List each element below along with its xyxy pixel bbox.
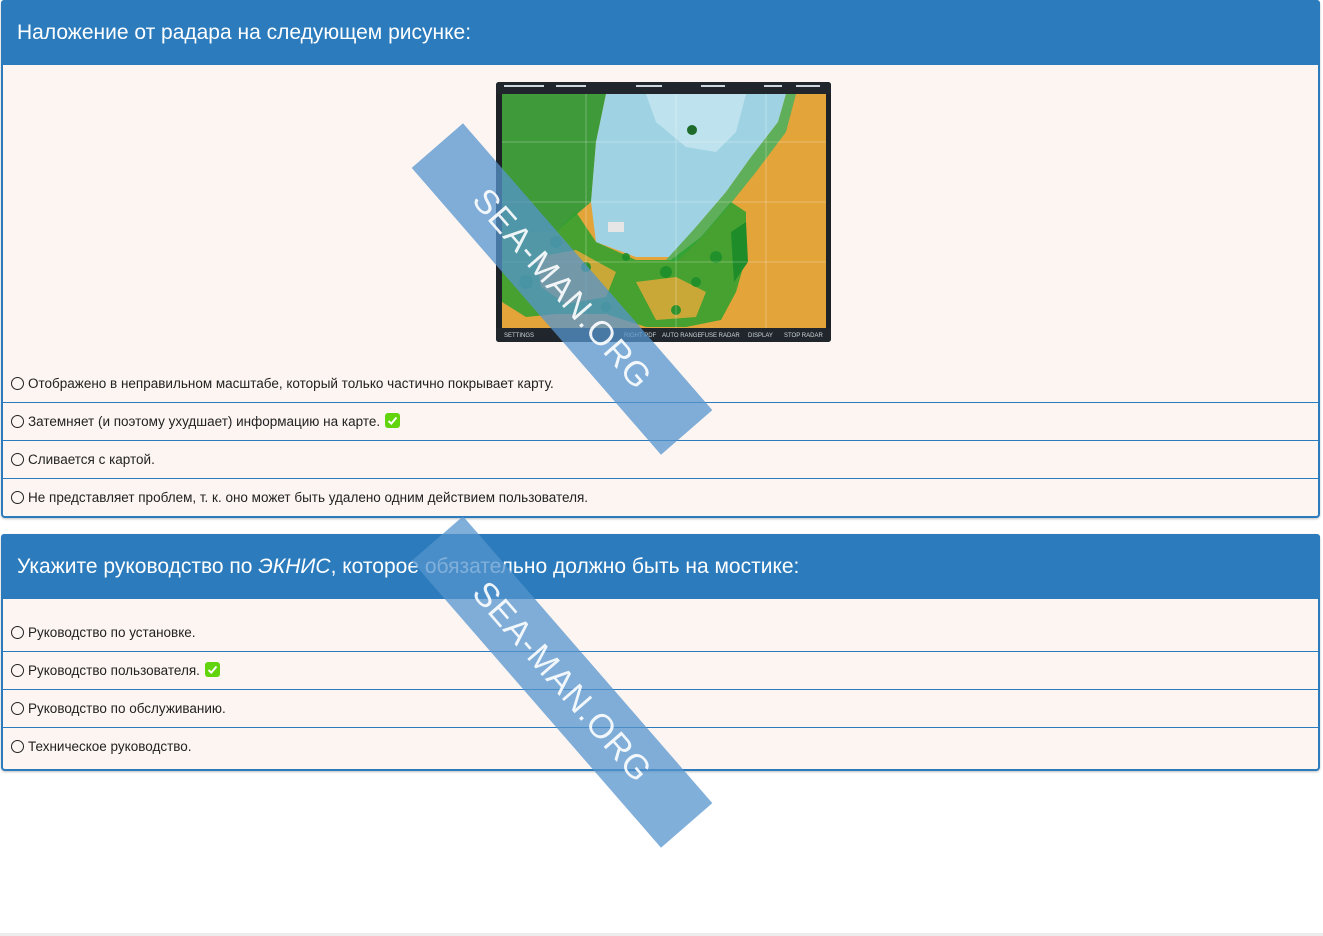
answer-option[interactable]: Отображено в неправильном масштабе, кото… — [3, 365, 1318, 402]
radar-chart-illustration: SETTINGS RIGHT PDF AUTO RANGE FUSE RADAR… — [496, 82, 831, 342]
answer-text: Не представляет проблем, т. к. оно может… — [28, 490, 589, 505]
radio-icon[interactable] — [11, 626, 24, 639]
radio-icon[interactable] — [11, 415, 24, 428]
answer-option-correct[interactable]: Затемняет (и поэтому ухудшает) информаци… — [3, 402, 1318, 440]
answer-option[interactable]: Сливается с картой. — [3, 440, 1318, 478]
question-image-area: SETTINGS RIGHT PDF AUTO RANGE FUSE RADAR… — [3, 65, 1318, 365]
answer-text: Затемняет (и поэтому ухудшает) информаци… — [28, 414, 381, 429]
answer-list: Руководство по установке. Руководство по… — [3, 614, 1318, 765]
radar-menu-right-pdf: RIGHT PDF — [624, 333, 657, 339]
answer-text: Техническое руководство. — [28, 739, 192, 754]
question-card-2: Укажите руководство по ЭКНИС, которое об… — [1, 534, 1320, 771]
question-title: Наложение от радара на следующем рисунке… — [1, 0, 1320, 65]
question-card-1: Наложение от радара на следующем рисунке… — [1, 0, 1320, 518]
answer-option[interactable]: Техническое руководство. — [3, 727, 1318, 765]
answer-option[interactable]: Не представляет проблем, т. к. оно может… — [3, 478, 1318, 516]
radio-icon[interactable] — [11, 453, 24, 466]
question-title-text: Наложение от радара на следующем рисунке… — [17, 21, 472, 44]
radar-overlay-image: SETTINGS RIGHT PDF AUTO RANGE FUSE RADAR… — [496, 82, 831, 342]
question-title-text-end: , которое обязательно должно быть на мос… — [330, 555, 800, 578]
question-title-emphasis: ЭКНИС — [258, 555, 331, 578]
answer-text: Отображено в неправильном масштабе, кото… — [28, 376, 554, 391]
radio-icon[interactable] — [11, 377, 24, 390]
radar-menu-settings: SETTINGS — [504, 333, 534, 339]
answer-list: Отображено в неправильном масштабе, кото… — [3, 365, 1318, 516]
radar-menu-auto-range: AUTO RANGE — [662, 333, 702, 339]
radio-icon[interactable] — [11, 702, 24, 715]
checkmark-icon — [204, 662, 220, 677]
answer-text: Руководство по установке. — [28, 625, 196, 640]
radar-menu-stop-radar: STOP RADAR — [784, 333, 823, 339]
radar-menu-fuse-radar: FUSE RADAR — [701, 333, 740, 339]
radio-icon[interactable] — [11, 491, 24, 504]
answer-option[interactable]: Руководство по установке. — [3, 614, 1318, 651]
radio-icon[interactable] — [11, 740, 24, 753]
answer-text: Руководство по обслуживанию. — [28, 701, 226, 716]
question-title-text: Укажите руководство по — [17, 555, 259, 578]
radar-menu-display: DISPLAY — [748, 333, 773, 339]
answer-option-correct[interactable]: Руководство пользователя. — [3, 651, 1318, 689]
answer-text: Руководство пользователя. — [28, 663, 200, 678]
question-title: Укажите руководство по ЭКНИС, которое об… — [1, 534, 1320, 599]
answer-option[interactable]: Руководство по обслуживанию. — [3, 689, 1318, 727]
answer-text: Сливается с картой. — [28, 452, 155, 467]
radio-icon[interactable] — [11, 664, 24, 677]
checkmark-icon — [385, 413, 401, 428]
